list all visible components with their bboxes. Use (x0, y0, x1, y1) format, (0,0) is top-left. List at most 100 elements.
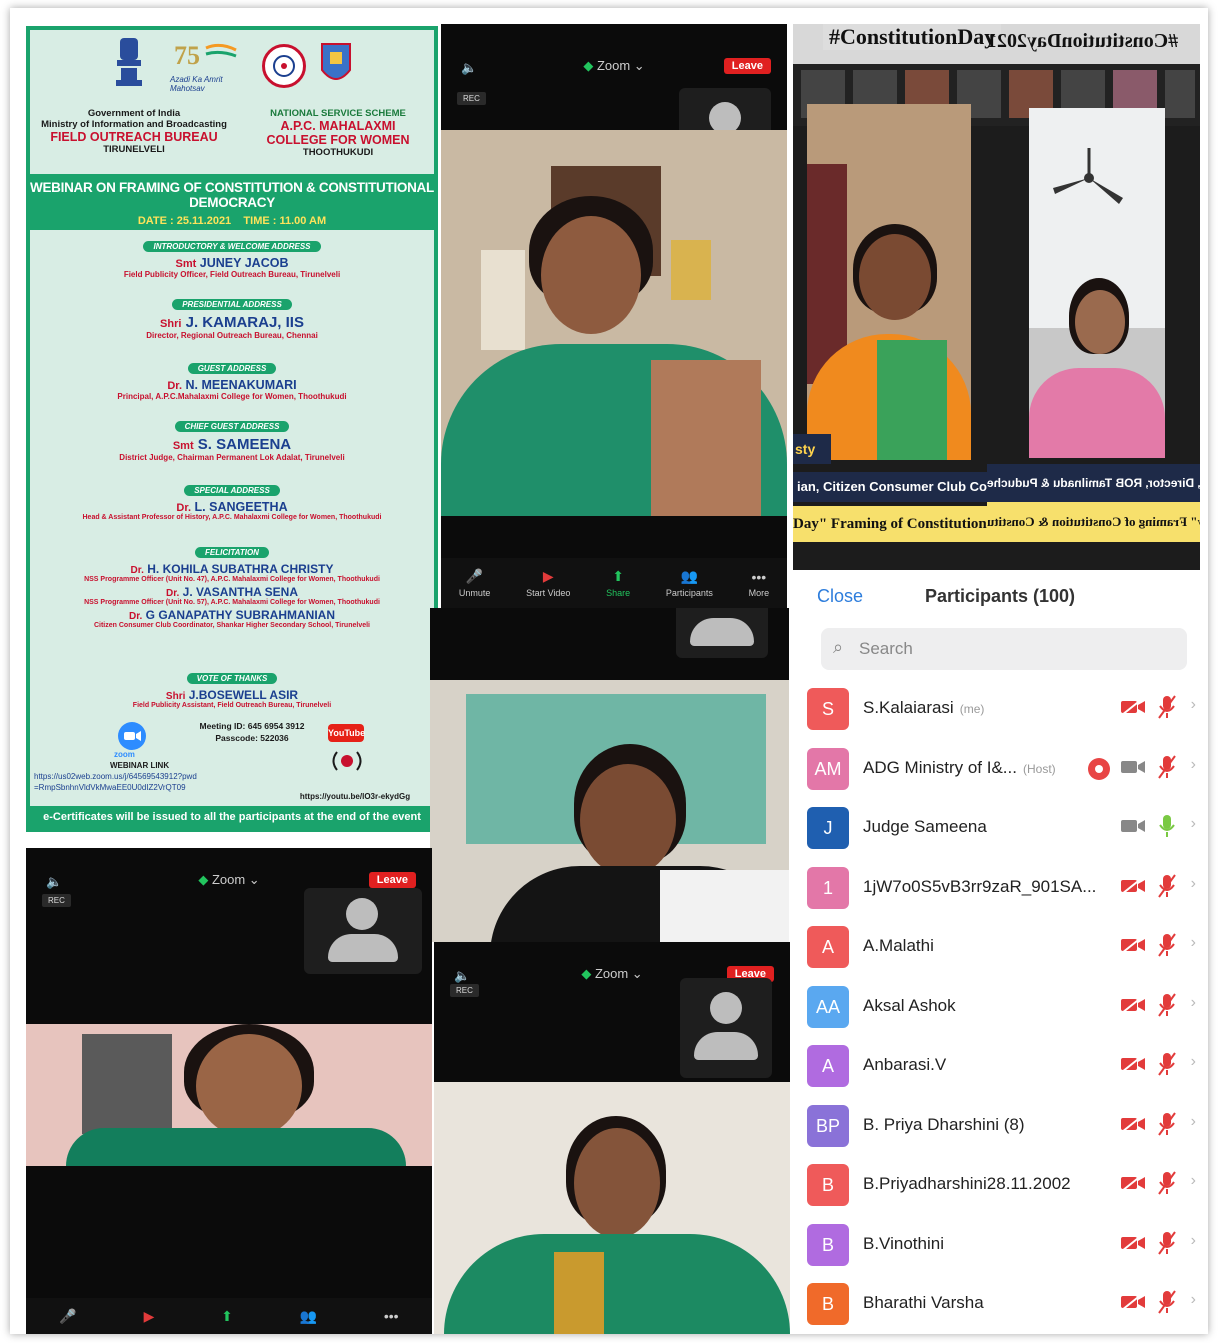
speaker-designation: NSS Programme Officer (Unit No. 57), A.P… (84, 599, 380, 606)
chevron-right-icon[interactable]: › (1191, 994, 1196, 1012)
window-grill (82, 1034, 172, 1134)
speaker-prefix: Shri (165, 691, 186, 702)
share-icon: ⬆ (612, 568, 625, 584)
video-off-icon[interactable] (1120, 1233, 1146, 1252)
mic-muted-icon[interactable] (1156, 932, 1178, 958)
participant-name-text: B.Priyadharshini28.11.2002 (863, 1174, 1071, 1193)
mic-muted-icon[interactable] (1156, 1170, 1178, 1196)
participant-row[interactable]: S S.Kalaiarasi (me) › (793, 680, 1200, 740)
video-off-icon[interactable] (1120, 936, 1146, 954)
mic-muted-icon[interactable] (1156, 1289, 1178, 1315)
toolbar-start-video-button[interactable]: ▶ (144, 1308, 155, 1325)
zoom-logo-icon (118, 722, 146, 750)
webinar-title-banner: WEBINAR ON FRAMING OF CONSTITUTION & CON… (30, 174, 434, 230)
mic-muted-icon[interactable] (1156, 1051, 1178, 1077)
toolbar-unmute-button[interactable]: 🎤 Unmute (459, 568, 491, 598)
mic-muted-icon[interactable] (1156, 754, 1178, 780)
participant-avatar: AM (807, 747, 849, 790)
participant-row[interactable]: J Judge Sameena › (793, 799, 1200, 859)
webinar-link[interactable]: https://us02web.zoom.us/j/64569543912?pw… (34, 771, 234, 793)
participant-row[interactable]: A A.Malathi › (793, 918, 1200, 978)
unmute-icon: 🎤 (59, 1307, 77, 1324)
video-off-icon[interactable] (1120, 1293, 1146, 1311)
participant-name-text: B. Priya Dharshini (8) (863, 1114, 1025, 1134)
chevron-right-icon[interactable]: › (1191, 934, 1196, 952)
rec-indicator-3: REC (42, 894, 71, 907)
video-off-icon[interactable] (1120, 876, 1146, 895)
person-face-2 (580, 764, 676, 876)
toolbar-share-button[interactable]: ⬆ Share (606, 568, 630, 598)
mic-muted-icon[interactable] (1156, 1111, 1178, 1137)
speaker-designation: Citizen Consumer Club Coordinator, Shank… (93, 622, 371, 629)
participant-avatar: S (807, 688, 849, 730)
video-off-icon[interactable] (1120, 1114, 1146, 1133)
webinar-poster: 75 Azadi Ka Amrit Mahotsav Government of… (26, 26, 438, 832)
chevron-right-icon[interactable]: › (1191, 875, 1196, 893)
participant-row[interactable]: B B.Vinothini › (793, 1216, 1200, 1276)
broadcast-screenshot: #ConstitutionDay #ConstitutionDay2021 st… (793, 24, 1200, 570)
toolbar-label: Unmute (458, 588, 491, 598)
video-off-icon[interactable] (1120, 995, 1146, 1014)
video-on-icon[interactable] (1120, 817, 1146, 835)
shield-icon: ◆ (583, 58, 594, 73)
toolbar-more-button[interactable]: ••• (384, 1308, 399, 1324)
chevron-right-icon[interactable]: › (1191, 1232, 1196, 1250)
speaker-prefix: Dr. (130, 565, 144, 576)
shield-icon-4: ◆ (581, 966, 592, 981)
participants-icon: 👥 (680, 568, 699, 584)
search-input[interactable]: ⌕ Search (821, 628, 1187, 670)
zoom-app-label[interactable]: Zoom (597, 58, 630, 73)
participant-row[interactable]: A Anbarasi.V › (793, 1037, 1200, 1097)
mic-muted-icon[interactable] (1156, 873, 1178, 899)
speaker-section: SPECIAL ADDRESS Dr. L. SANGEETHA Head & As… (30, 480, 434, 521)
participant-tag: (Host) (1022, 761, 1056, 776)
youtube-link[interactable]: https://youtu.be/lO3r-ekydGg (280, 792, 430, 801)
section-pill: INTRODUCTORY & WELCOME ADDRESS (143, 241, 321, 252)
speaker-designation: Field Publicity Officer, Field Outreach … (123, 270, 341, 279)
mic-muted-icon[interactable] (1156, 694, 1178, 720)
chevron-right-icon[interactable]: › (1191, 1172, 1196, 1190)
toolbar-share-button[interactable]: ⬆ (221, 1308, 233, 1325)
chevron-right-icon[interactable]: › (1191, 696, 1196, 714)
speaker-designation: Head & Assistant Professor of History, A… (82, 514, 382, 521)
zoom-app-label-4[interactable]: Zoom (595, 966, 628, 981)
participant-name-text: A.Malathi (863, 936, 934, 955)
participant-row[interactable]: BP B. Priya Dharshini (8) › (793, 1097, 1200, 1157)
speaker-section: GUEST ADDRESS Dr. N. MEENAKUMARI Principal… (30, 358, 434, 401)
video-off-icon[interactable] (1120, 1174, 1146, 1192)
webinar-link-block: WEBINAR LINK https://us02web.zoom.us/j/6… (34, 760, 234, 793)
chevron-right-icon[interactable]: › (1191, 1291, 1196, 1309)
participant-row[interactable]: 1 1jW7o0S5vB3rr9zaR_901SA... › (793, 859, 1200, 919)
chevron-right-icon[interactable]: › (1191, 815, 1196, 833)
vote-of-thanks-section: VOTE OF THANKS Shri J.BOSEWELL ASIR Field … (30, 668, 434, 709)
video-off-icon[interactable] (1120, 1055, 1146, 1073)
video-off-icon[interactable] (1120, 698, 1146, 716)
chevron-right-icon[interactable]: › (1191, 1113, 1196, 1131)
leave-button-3[interactable]: Leave (368, 872, 416, 888)
toolbar-participants-button[interactable]: 👥 Participants (666, 568, 713, 598)
person-face-4 (574, 1128, 660, 1238)
leave-button[interactable]: Leave (723, 58, 771, 74)
participant-avatar: J (807, 807, 849, 849)
participant-avatar: B (807, 1164, 849, 1206)
recording-icon (1088, 757, 1110, 780)
close-button[interactable]: Close (817, 586, 863, 607)
mic-muted-icon[interactable] (1156, 1230, 1178, 1256)
person-face-6 (1075, 290, 1125, 354)
chevron-right-icon[interactable]: › (1191, 756, 1196, 774)
certificate-note: e-Certificates will be issued to all the… (30, 806, 434, 828)
mic-active-icon[interactable] (1156, 813, 1178, 839)
participant-row[interactable]: AA Aksal Ashok › (793, 978, 1200, 1038)
chevron-right-icon[interactable]: › (1191, 1053, 1196, 1071)
toolbar-participants-button[interactable]: 👥 (300, 1308, 317, 1325)
participant-row[interactable]: AM ADG Ministry of I&... (Host) › (793, 740, 1200, 800)
toolbar-start-video-button[interactable]: ▶ Start Video (526, 568, 570, 598)
participant-row[interactable]: B Bharathi Varsha › (793, 1275, 1200, 1334)
zoom-window-speaker-4: 🔈 ◆ Zoom ⌄ Leave REC (434, 942, 790, 1334)
mic-muted-icon[interactable] (1156, 992, 1178, 1018)
toolbar-more-button[interactable]: ••• More (749, 569, 770, 598)
participant-row[interactable]: B B.Priyadharshini28.11.2002 › (793, 1156, 1200, 1216)
toolbar-unmute-button[interactable]: 🎤 (59, 1308, 76, 1325)
zoom-app-label-3[interactable]: Zoom (212, 872, 245, 887)
video-on-icon[interactable] (1120, 758, 1146, 776)
